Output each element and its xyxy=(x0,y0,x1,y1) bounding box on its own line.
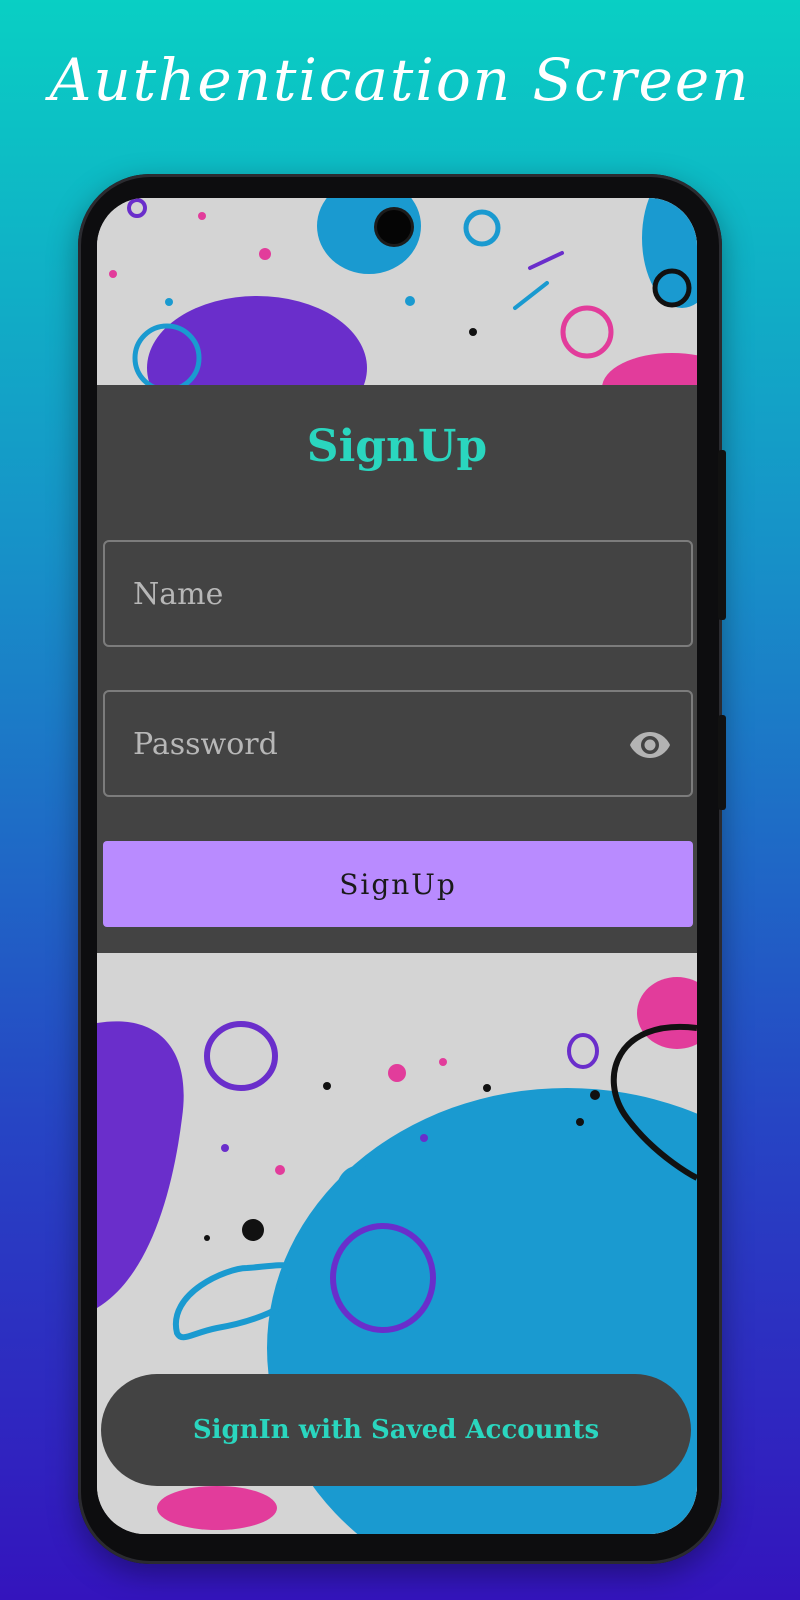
name-input[interactable] xyxy=(131,542,615,647)
eye-icon[interactable] xyxy=(629,725,671,765)
signin-saved-accounts-button[interactable]: SignIn with Saved Accounts xyxy=(101,1374,691,1486)
phone-side-button xyxy=(718,715,726,810)
signup-card: SignUp SignUp xyxy=(97,385,697,953)
signup-title: SignUp xyxy=(306,421,488,472)
signup-button[interactable]: SignUp xyxy=(103,841,693,927)
app-screen: SignUp SignUp SignIn with Saved Accounts xyxy=(97,198,697,1534)
phone-side-button xyxy=(718,450,726,620)
password-field[interactable] xyxy=(103,690,693,797)
front-camera xyxy=(377,210,411,244)
name-field[interactable] xyxy=(103,540,693,647)
page-title: Authentication Screen xyxy=(49,46,751,114)
password-input[interactable] xyxy=(131,692,615,797)
